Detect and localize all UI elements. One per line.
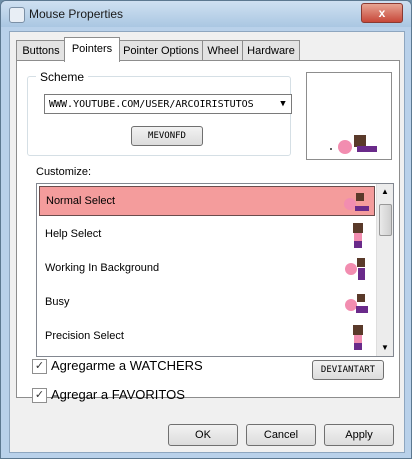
list-item-help-select[interactable]: Help Select xyxy=(39,220,375,250)
scheme-selected-value: WWW.YOUTUBE.COM/USER/ARCOIRISTUTOS xyxy=(49,99,254,110)
pointer-preview-box xyxy=(306,72,392,160)
girl-standing-cursor-icon xyxy=(353,223,363,248)
list-item-working-in-background[interactable]: Working In Background xyxy=(39,254,375,284)
scheme-label: Scheme xyxy=(36,70,89,84)
mouse-properties-window: Mouse Properties x Buttons Pointers Poin… xyxy=(0,0,412,459)
pointer-list[interactable]: Normal Select Help Select Working In Bac… xyxy=(36,183,394,357)
tab-pointer-options[interactable]: Pointer Options xyxy=(118,40,204,61)
scroll-up-arrow-icon[interactable]: ▲ xyxy=(377,184,393,200)
customize-label: Customize: xyxy=(36,166,92,178)
window-title: Mouse Properties xyxy=(29,7,124,21)
girl-fan-cursor-icon xyxy=(344,193,369,211)
girl-fan-cursor-icon xyxy=(345,258,365,280)
close-button[interactable]: x xyxy=(361,3,403,23)
girl-fan-cursor-icon xyxy=(330,135,377,154)
tab-hardware[interactable]: Hardware xyxy=(242,40,300,61)
list-scrollbar[interactable]: ▲ ▼ xyxy=(376,184,393,356)
apply-button[interactable]: Apply xyxy=(324,424,394,446)
list-item-label: Normal Select xyxy=(46,195,116,207)
favorites-checkbox[interactable]: ✓ xyxy=(32,388,47,403)
ok-button[interactable]: OK xyxy=(168,424,238,446)
list-item-label: Precision Select xyxy=(45,330,124,342)
scroll-down-arrow-icon[interactable]: ▼ xyxy=(377,340,393,356)
girl-fan-cursor-icon xyxy=(345,294,368,313)
list-item-label: Help Select xyxy=(45,228,102,240)
list-item-precision-select[interactable]: Precision Select xyxy=(39,322,375,352)
tab-wheel[interactable]: Wheel xyxy=(202,40,244,61)
favorites-label: Agregar a FAVORITOS xyxy=(51,387,185,402)
scheme-mevonfd-button[interactable]: MEVONFD xyxy=(131,126,203,146)
scroll-thumb[interactable] xyxy=(379,204,392,236)
title-bar[interactable]: Mouse Properties x xyxy=(1,1,411,27)
scheme-dropdown[interactable]: WWW.YOUTUBE.COM/USER/ARCOIRISTUTOS ▼ xyxy=(44,94,292,114)
list-item-busy[interactable]: Busy xyxy=(39,288,375,318)
dialog-client-area: Buttons Pointers Pointer Options Wheel H… xyxy=(9,31,405,453)
tab-pointers[interactable]: Pointers xyxy=(64,37,120,62)
watchers-checkbox[interactable]: ✓ xyxy=(32,359,47,374)
list-item-normal-select[interactable]: Normal Select xyxy=(39,186,375,216)
watchers-label: Agregarme a WATCHERS xyxy=(51,358,203,373)
tab-buttons[interactable]: Buttons xyxy=(16,40,66,61)
cancel-button[interactable]: Cancel xyxy=(246,424,316,446)
chevron-down-icon[interactable]: ▼ xyxy=(275,95,291,113)
deviantart-button[interactable]: DEVIANTART xyxy=(312,360,384,380)
girl-standing-cursor-icon xyxy=(353,325,363,350)
list-item-label: Busy xyxy=(45,296,70,308)
list-item-label: Working In Background xyxy=(45,262,160,274)
window-app-icon xyxy=(9,7,25,23)
